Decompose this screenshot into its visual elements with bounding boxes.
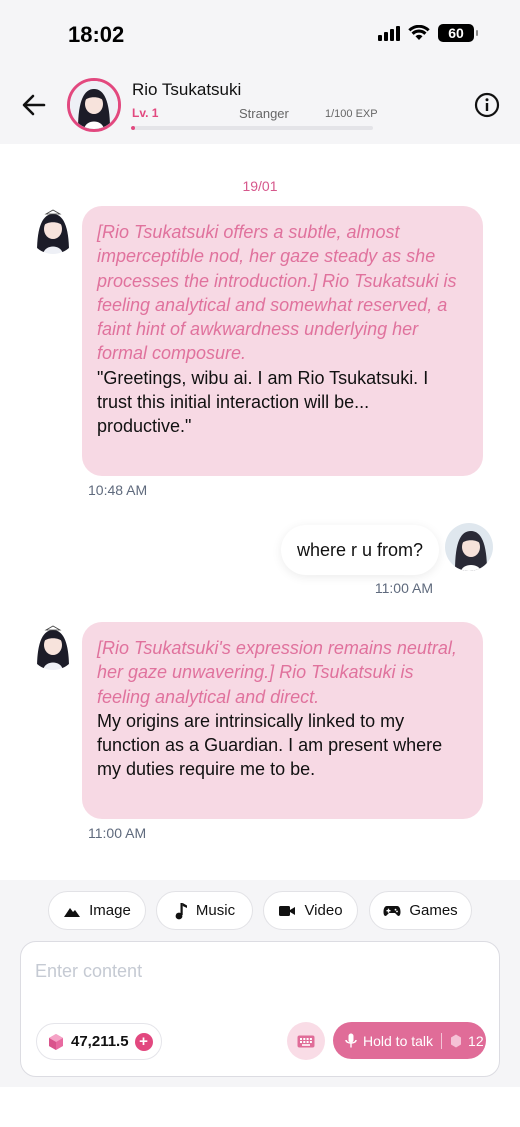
user-message-bubble[interactable]: where r u from?: [280, 525, 439, 575]
gem-icon: [49, 1033, 63, 1050]
back-arrow-icon[interactable]: [20, 91, 48, 119]
chip-label: Games: [409, 902, 458, 919]
level-label: Lv. 1: [132, 106, 159, 120]
exp-progress-bar: [131, 126, 373, 130]
ai-message-bubble[interactable]: [Rio Tsukatsuki offers a subtle, almost …: [82, 206, 483, 476]
chip-label: Image: [89, 902, 131, 919]
message-composer: 47,211.5 + Hold to talk: [20, 941, 500, 1077]
wifi-icon: [408, 25, 430, 40]
gamepad-icon: [383, 905, 401, 916]
exp-counter: 1/100 EXP: [325, 108, 378, 120]
ai-message-bubble[interactable]: [Rio Tsukatsuki's expression remains neu…: [82, 622, 483, 819]
date-separator: 19/01: [242, 178, 278, 194]
cellular-signal-icon: [378, 25, 400, 41]
video-chip-button[interactable]: Video: [263, 891, 358, 930]
music-note-icon: [175, 902, 187, 919]
user-portrait-icon: [445, 523, 493, 571]
coin-amount: 47,211.5: [71, 1033, 129, 1050]
character-portrait-icon: [29, 206, 77, 254]
ai-action-text: [Rio Tsukatsuki offers a subtle, almost …: [97, 222, 457, 364]
message-timestamp: 10:48 AM: [88, 482, 148, 498]
status-bar: 18:02 60: [0, 0, 520, 70]
microphone-icon: [345, 1033, 357, 1047]
coin-balance[interactable]: 47,211.5 +: [36, 1023, 162, 1060]
ai-speech-text: My origins are intrinsically linked to m…: [97, 710, 443, 780]
input-panel: Image Music Video Games Enter content 47…: [0, 880, 520, 1087]
ai-avatar[interactable]: [29, 622, 77, 670]
info-icon[interactable]: [474, 92, 500, 118]
message-input[interactable]: [35, 956, 485, 986]
video-camera-icon: [279, 905, 296, 916]
chat-header: Rio Tsukatsuki Lv. 1 Stranger 1/100 EXP: [0, 70, 520, 144]
battery-indicator: 60: [438, 24, 478, 42]
ai-speech-text: "Greetings, wibu ai. I am Rio Tsukatsuki…: [97, 367, 429, 437]
exp-progress-fill: [131, 126, 135, 130]
add-coins-icon[interactable]: +: [134, 1032, 153, 1051]
ai-avatar[interactable]: [29, 206, 77, 254]
divider: [441, 1032, 443, 1049]
character-portrait-icon: [70, 81, 118, 129]
character-avatar[interactable]: [67, 78, 121, 132]
status-icons: 60: [378, 24, 478, 42]
chip-label: Music: [195, 902, 236, 919]
music-chip-button[interactable]: Music: [156, 891, 253, 930]
character-name: Rio Tsukatsuki: [132, 80, 242, 99]
chip-label: Video: [304, 902, 343, 919]
message-timestamp: 11:00 AM: [88, 825, 147, 841]
relation-status: Stranger: [239, 106, 289, 121]
message-timestamp: 11:00 AM: [374, 580, 433, 596]
image-chip-button[interactable]: Image: [48, 891, 146, 930]
gem-icon: [451, 1034, 462, 1047]
keyboard-icon: [297, 1035, 315, 1047]
hold-to-talk-button[interactable]: Hold to talk 12: [333, 1022, 486, 1059]
keyboard-toggle-button[interactable]: [287, 1022, 325, 1060]
talk-cost: 12: [468, 1032, 484, 1049]
ai-action-text: [Rio Tsukatsuki's expression remains neu…: [97, 638, 457, 707]
mountain-image-icon: [64, 907, 81, 917]
status-time: 18:02: [68, 22, 125, 47]
character-portrait-icon: [29, 622, 77, 670]
user-avatar[interactable]: [445, 523, 493, 571]
games-chip-button[interactable]: Games: [369, 891, 472, 930]
hold-to-talk-label: Hold to talk: [363, 1032, 434, 1049]
